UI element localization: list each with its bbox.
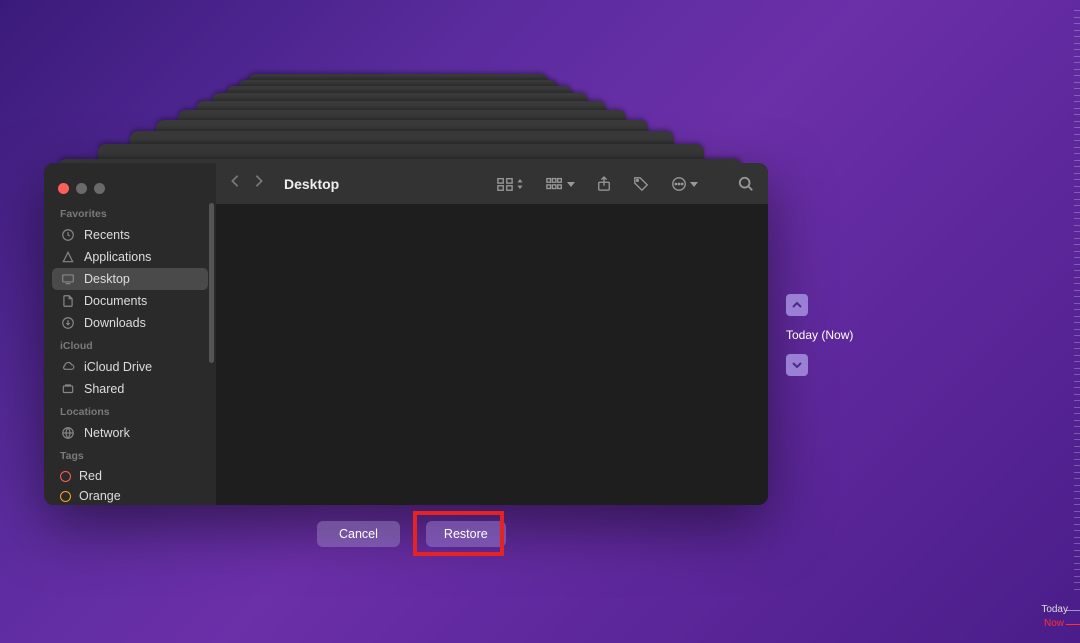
sidebar-item-tag-red[interactable]: Red <box>44 466 216 486</box>
sidebar-item-downloads[interactable]: Downloads <box>44 312 216 334</box>
timeline-today-marker <box>1066 610 1080 611</box>
timeline-today-label: Today <box>1041 604 1068 615</box>
clock-icon <box>60 227 76 243</box>
content-area[interactable] <box>216 204 768 505</box>
nav-forward-button[interactable] <box>254 174 264 193</box>
timeline-next-button[interactable] <box>786 354 808 376</box>
sidebar-item-label: iCloud Drive <box>84 360 152 374</box>
sidebar-item-label: Desktop <box>84 272 130 286</box>
sidebar-item-label: Recents <box>84 228 130 242</box>
finder-window: Favorites Recents Applications Desktop D… <box>44 163 768 505</box>
sidebar-scrollbar[interactable] <box>209 203 214 363</box>
sidebar-section-tags: Tags <box>44 444 216 466</box>
main-area: Desktop <box>216 163 768 505</box>
sidebar-item-documents[interactable]: Documents <box>44 290 216 312</box>
sidebar-item-label: Documents <box>84 294 147 308</box>
timeline-edge[interactable]: // ticks generated below after main data… <box>1072 0 1080 643</box>
sidebar-item-label: Network <box>84 426 130 440</box>
sidebar-item-applications[interactable]: Applications <box>44 246 216 268</box>
search-button[interactable] <box>738 176 754 192</box>
timeline-nav: Today (Now) <box>786 294 853 376</box>
sidebar-item-shared[interactable]: Shared <box>44 378 216 400</box>
close-window-button[interactable] <box>58 183 69 194</box>
sidebar-item-desktop[interactable]: Desktop <box>52 268 208 290</box>
toolbar-controls <box>497 176 754 192</box>
tag-orange-icon <box>60 491 71 502</box>
apps-icon <box>60 249 76 265</box>
tag-red-icon <box>60 471 71 482</box>
sidebar: Favorites Recents Applications Desktop D… <box>44 163 216 505</box>
downloads-icon <box>60 315 76 331</box>
timeline-now-marker <box>1066 624 1080 625</box>
document-icon <box>60 293 76 309</box>
sidebar-item-label: Orange <box>79 489 121 503</box>
desktop-icon <box>60 271 76 287</box>
sidebar-item-recents[interactable]: Recents <box>44 224 216 246</box>
nav-arrows <box>230 174 264 193</box>
sidebar-item-label: Shared <box>84 382 124 396</box>
traffic-lights <box>44 171 216 202</box>
action-buttons: Cancel Restore <box>317 521 506 547</box>
timeline-previous-button[interactable] <box>786 294 808 316</box>
sidebar-section-icloud: iCloud <box>44 334 216 356</box>
sidebar-section-locations: Locations <box>44 400 216 422</box>
sidebar-section-favorites: Favorites <box>44 202 216 224</box>
shared-icon <box>60 381 76 397</box>
more-button[interactable] <box>671 176 698 192</box>
maximize-window-button[interactable] <box>94 183 105 194</box>
sidebar-item-icloud-drive[interactable]: iCloud Drive <box>44 356 216 378</box>
timeline-current-label: Today (Now) <box>786 326 853 344</box>
restore-button[interactable]: Restore <box>426 521 506 547</box>
sidebar-item-label: Applications <box>84 250 151 264</box>
cloud-icon <box>60 359 76 375</box>
sidebar-item-label: Red <box>79 469 102 483</box>
toolbar: Desktop <box>216 163 768 204</box>
sidebar-item-tag-orange[interactable]: Orange <box>44 486 216 505</box>
network-icon <box>60 425 76 441</box>
share-button[interactable] <box>597 176 611 192</box>
sidebar-item-network[interactable]: Network <box>44 422 216 444</box>
timeline-now-label: Now <box>1044 618 1064 629</box>
cancel-button[interactable]: Cancel <box>317 521 400 547</box>
view-mode-button[interactable] <box>497 177 524 191</box>
group-button[interactable] <box>546 177 575 191</box>
nav-back-button[interactable] <box>230 174 240 193</box>
window-title: Desktop <box>284 176 339 192</box>
sidebar-item-label: Downloads <box>84 316 146 330</box>
minimize-window-button[interactable] <box>76 183 87 194</box>
tags-button[interactable] <box>633 176 649 192</box>
